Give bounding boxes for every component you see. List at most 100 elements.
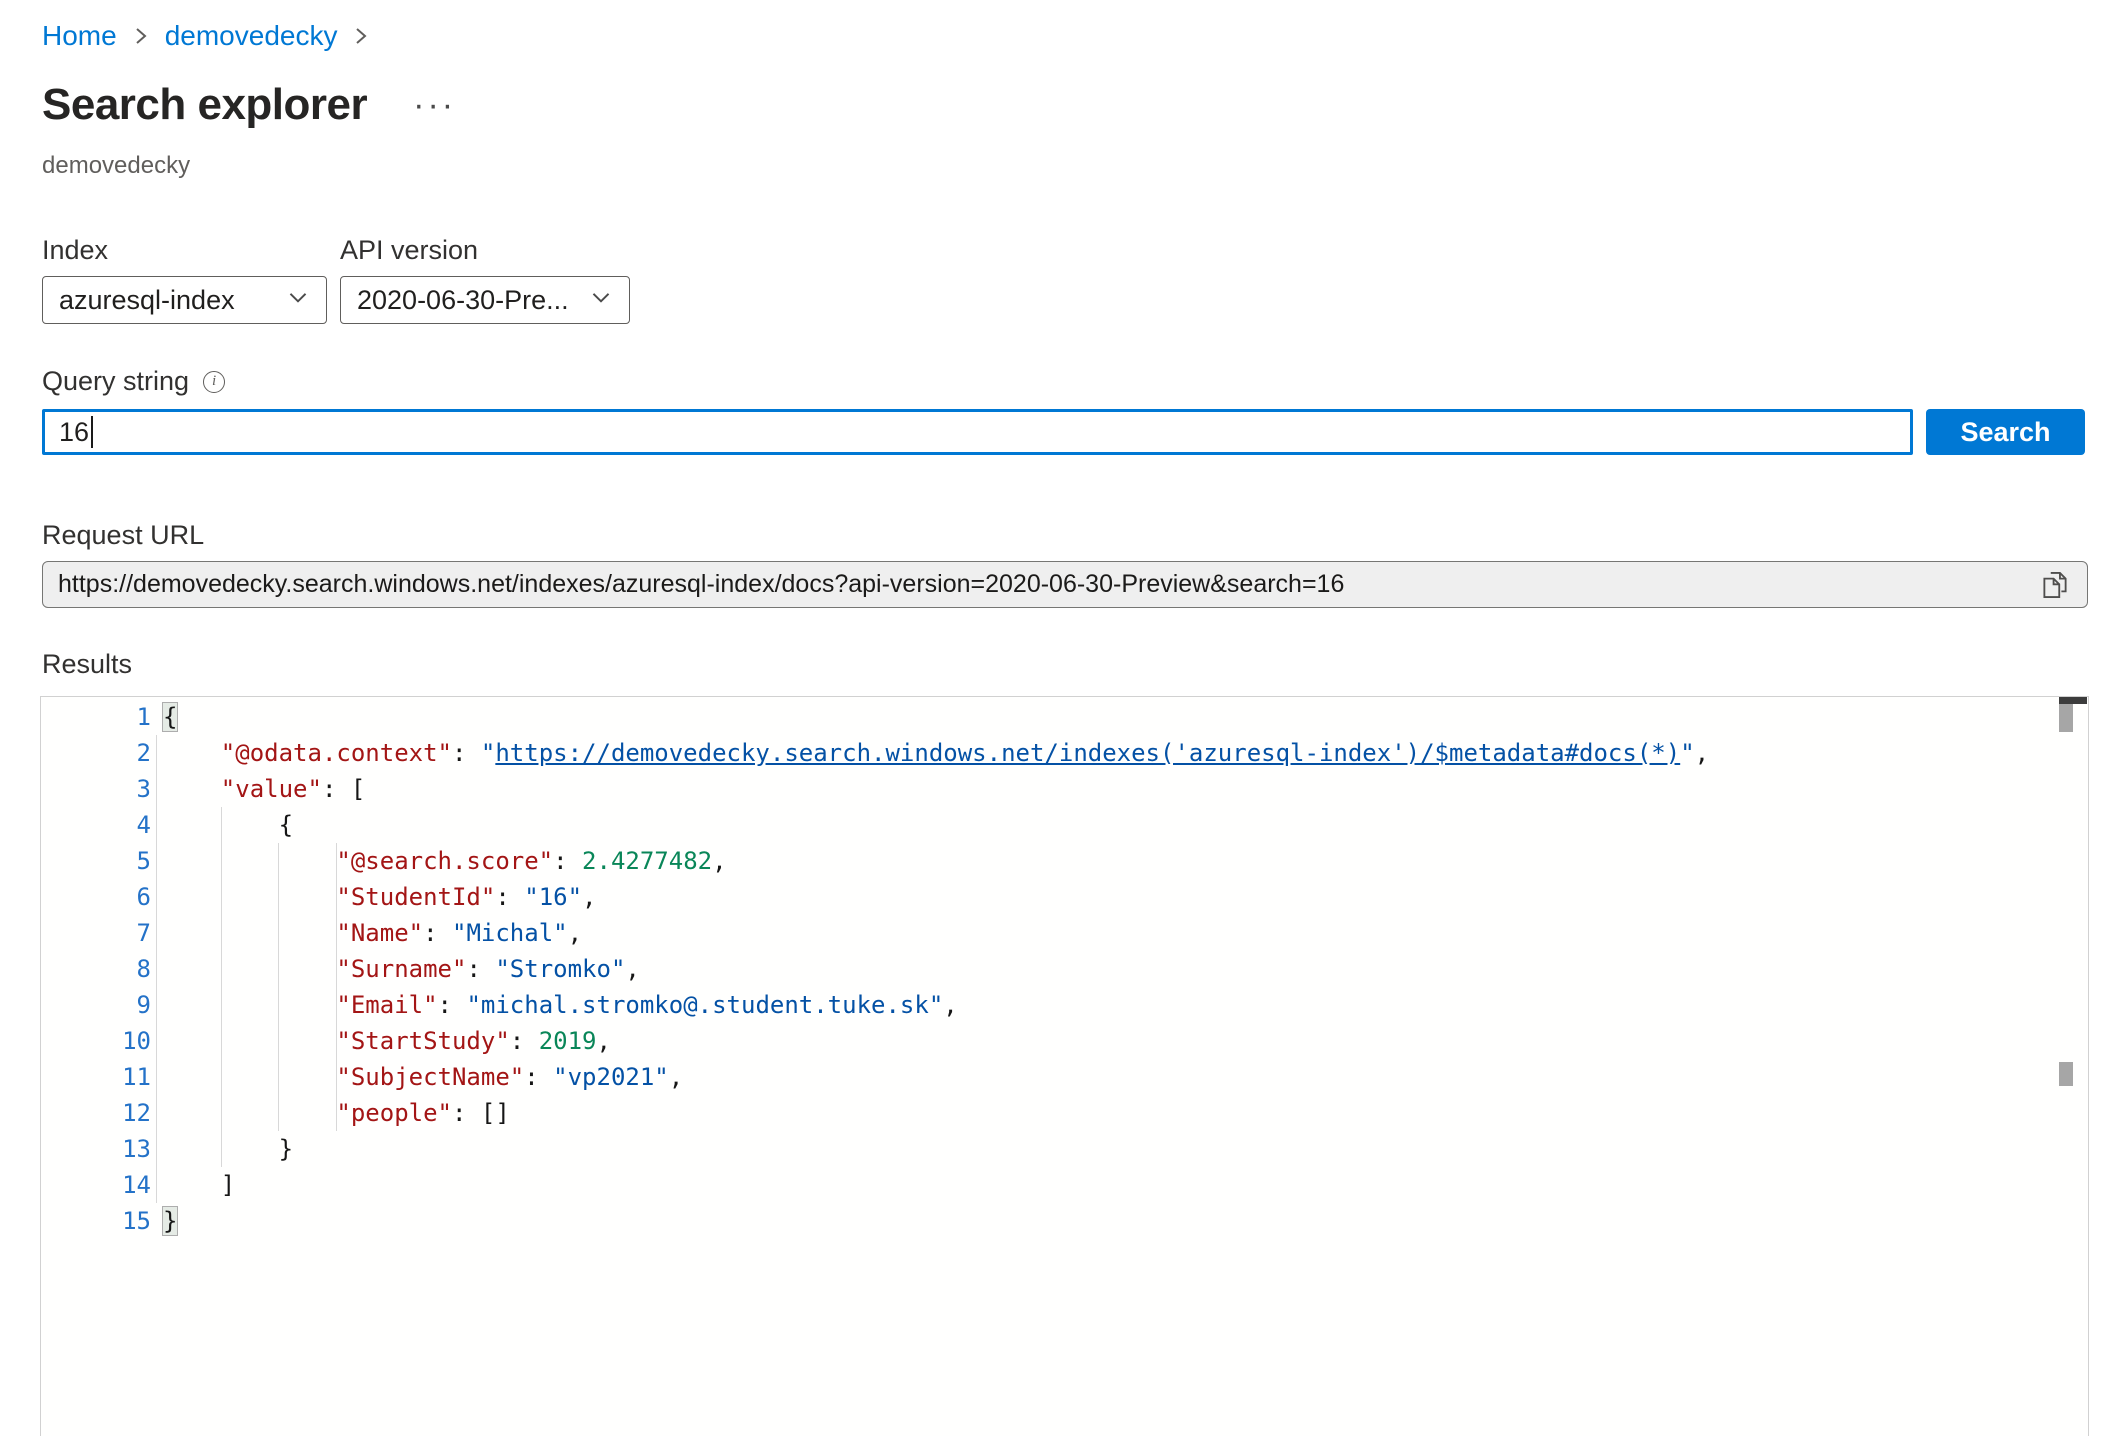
index-dropdown-value: azuresql-index xyxy=(59,285,235,316)
code-token xyxy=(163,1027,336,1055)
odata-context-link[interactable]: https://demovedecky.search.windows.net/i… xyxy=(495,739,1680,767)
search-button[interactable]: Search xyxy=(1926,409,2085,455)
editor-gutter: 123456789101112131415 xyxy=(41,697,163,1436)
chevron-right-icon xyxy=(353,23,369,49)
chevron-down-icon xyxy=(587,283,615,318)
line-number: 7 xyxy=(41,915,163,951)
code-line: { xyxy=(163,807,2088,843)
breadcrumb-home-link[interactable]: Home xyxy=(42,20,117,52)
code-token: { xyxy=(279,811,293,839)
code-line: } xyxy=(163,1131,2088,1167)
code-token: , xyxy=(712,847,726,875)
code-token: 2019 xyxy=(539,1027,597,1055)
code-token: , xyxy=(582,883,596,911)
editor-code-area: { "@odata.context": "https://demovedecky… xyxy=(163,697,2088,1436)
code-token: "16" xyxy=(524,883,582,911)
page-title: Search explorer xyxy=(42,80,367,130)
code-line: "SubjectName": "vp2021", xyxy=(163,1059,2088,1095)
indent-guide xyxy=(221,807,222,1167)
line-number: 3 xyxy=(41,771,163,807)
code-token: "@odata.context" xyxy=(221,739,452,767)
code-token: : [] xyxy=(452,1099,510,1127)
scrollbar-marker xyxy=(2059,1062,2073,1086)
code-token: : xyxy=(495,883,524,911)
code-token: "SubjectName" xyxy=(336,1063,524,1091)
code-token xyxy=(163,1171,221,1199)
line-number: 8 xyxy=(41,951,163,987)
line-number: 1 xyxy=(41,699,163,735)
code-token: " xyxy=(1680,739,1694,767)
code-token: { xyxy=(163,703,177,731)
query-string-label: Query string xyxy=(42,366,189,397)
code-token: : xyxy=(466,955,495,983)
api-version-dropdown[interactable]: 2020-06-30-Pre... xyxy=(340,276,630,324)
breadcrumb-service-link[interactable]: demovedecky xyxy=(165,20,338,52)
code-token xyxy=(163,847,336,875)
code-token xyxy=(163,919,336,947)
request-url-bar: https://demovedecky.search.windows.net/i… xyxy=(42,561,2088,608)
line-number: 10 xyxy=(41,1023,163,1059)
code-token: "vp2021" xyxy=(553,1063,669,1091)
code-token: , xyxy=(669,1063,683,1091)
code-token: "Michal" xyxy=(452,919,568,947)
index-dropdown[interactable]: azuresql-index xyxy=(42,276,327,324)
code-line: "value": [ xyxy=(163,771,2088,807)
line-number: 13 xyxy=(41,1131,163,1167)
index-field: Index azuresql-index xyxy=(42,235,327,324)
line-number: 12 xyxy=(41,1095,163,1131)
line-number: 6 xyxy=(41,879,163,915)
code-token: , xyxy=(568,919,582,947)
code-line: "@search.score": 2.4277482, xyxy=(163,843,2088,879)
code-line: "Name": "Michal", xyxy=(163,915,2088,951)
line-number: 4 xyxy=(41,807,163,843)
request-url-label: Request URL xyxy=(42,520,2102,551)
scrollbar-thumb[interactable] xyxy=(2059,704,2073,732)
code-token: : [ xyxy=(322,775,365,803)
code-token: "StartStudy" xyxy=(336,1027,509,1055)
code-token: " xyxy=(481,739,495,767)
line-number: 2 xyxy=(41,735,163,771)
code-line: "Email": "michal.stromko@.student.tuke.s… xyxy=(163,987,2088,1023)
indent-guide xyxy=(278,843,279,1131)
chevron-right-icon xyxy=(133,23,149,49)
code-token: : xyxy=(438,991,467,1019)
code-token: : xyxy=(452,739,481,767)
code-token: "value" xyxy=(221,775,322,803)
results-editor[interactable]: 123456789101112131415 { "@odata.context"… xyxy=(40,696,2089,1436)
code-token xyxy=(163,739,221,767)
query-string-input[interactable]: 16 xyxy=(42,409,1913,455)
api-version-field: API version 2020-06-30-Pre... xyxy=(340,235,630,324)
code-line: "@odata.context": "https://demovedecky.s… xyxy=(163,735,2088,771)
request-url-value: https://demovedecky.search.windows.net/i… xyxy=(58,570,2035,599)
code-line: "StudentId": "16", xyxy=(163,879,2088,915)
code-line: "StartStudy": 2019, xyxy=(163,1023,2088,1059)
line-number: 11 xyxy=(41,1059,163,1095)
line-number: 5 xyxy=(41,843,163,879)
copy-icon[interactable] xyxy=(2035,565,2075,605)
more-options-button[interactable]: ··· xyxy=(413,95,456,115)
results-label: Results xyxy=(42,649,2102,680)
line-number: 15 xyxy=(41,1203,163,1239)
code-line: } xyxy=(163,1203,2088,1239)
code-token: , xyxy=(943,991,957,1019)
code-token: "people" xyxy=(336,1099,452,1127)
code-line: "Surname": "Stromko", xyxy=(163,951,2088,987)
code-token: : xyxy=(423,919,452,947)
code-token: , xyxy=(1695,739,1709,767)
code-token: , xyxy=(625,955,639,983)
api-version-label: API version xyxy=(340,235,630,266)
text-caret xyxy=(91,416,93,448)
line-number: 9 xyxy=(41,987,163,1023)
info-icon[interactable]: i xyxy=(203,371,225,393)
indent-guide xyxy=(336,843,337,1131)
code-token xyxy=(163,883,336,911)
code-token xyxy=(163,955,336,983)
code-token: "Email" xyxy=(336,991,437,1019)
line-number: 14 xyxy=(41,1167,163,1203)
code-token: "michal.stromko@.student.tuke.sk" xyxy=(466,991,943,1019)
code-token: 2.4277482 xyxy=(582,847,712,875)
indent-guide xyxy=(156,735,157,1203)
breadcrumb: Home demovedecky xyxy=(42,20,2102,52)
code-token: "Name" xyxy=(336,919,423,947)
code-token: } xyxy=(163,1207,177,1235)
